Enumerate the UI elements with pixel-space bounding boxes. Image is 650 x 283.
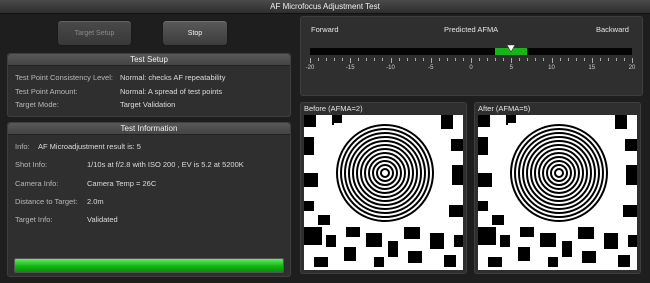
before-caption: Before (AFMA=2) [304, 104, 363, 113]
target-info-label: Target Info: [15, 215, 53, 224]
predicted-afma-label: Predicted AFMA [444, 25, 499, 34]
afma-tick [422, 58, 424, 61]
afma-tick [454, 58, 456, 61]
afma-tick-label: -10 [386, 65, 395, 71]
test-point-amount-label: Test Point Amount: [15, 87, 78, 96]
stop-button[interactable]: Stop [162, 20, 228, 46]
afma-tick-label: 10 [548, 65, 555, 71]
afma-tick [543, 58, 545, 61]
afma-tick [406, 58, 408, 61]
afma-tick [414, 58, 416, 61]
afma-tick-label: 15 [588, 65, 596, 71]
afma-tick-label: 0 [469, 65, 473, 71]
afma-tick [511, 58, 513, 63]
info-label: Info: [15, 142, 30, 151]
consistency-level-label: Test Point Consistency Level: [15, 73, 113, 82]
progress-fill [15, 259, 283, 272]
afma-tick [318, 58, 320, 61]
afma-tick [430, 58, 432, 63]
distance-label: Distance to Target: [15, 197, 78, 206]
target-mode-label: Target Mode: [15, 100, 59, 109]
info-value: AF Microadjustment result is: 5 [38, 142, 141, 151]
afma-tick [462, 58, 464, 61]
afma-scale-track [310, 45, 632, 55]
afma-panel: Forward Predicted AFMA Backward -20 -15 -1… [300, 16, 643, 96]
forward-label: Forward [311, 25, 339, 34]
afma-tick [527, 58, 529, 61]
afma-tick [623, 58, 625, 61]
afma-tick [310, 58, 311, 63]
camera-info-value: Camera Temp = 26C [87, 179, 157, 188]
afma-tick [567, 58, 569, 61]
after-caption: After (AFMA=5) [478, 104, 531, 113]
afma-tick-label: -15 [345, 65, 355, 71]
afma-tick-label: 20 [628, 65, 636, 71]
afma-tick [471, 58, 472, 63]
target-setup-button[interactable]: Target Setup [57, 20, 132, 46]
afma-tick [607, 58, 609, 61]
afma-tick [575, 58, 577, 61]
afma-tick-label: 5 [509, 65, 513, 71]
afma-tick [535, 58, 537, 61]
afma-tick [479, 58, 481, 61]
afma-tick [374, 58, 376, 61]
afma-tick-label: -20 [305, 65, 315, 71]
afma-tick [366, 58, 368, 61]
afma-tick [615, 58, 617, 61]
afma-tick [398, 58, 400, 61]
test-point-amount-value: Normal: A spread of test points [120, 87, 223, 96]
after-image-panel: After (AFMA=5) [474, 102, 641, 274]
afma-tick [632, 58, 633, 63]
distance-value: 2.0m [87, 197, 104, 206]
afma-tick [438, 58, 440, 61]
window-title: AF Microfocus Adjustment Test [0, 0, 650, 14]
afma-tick [358, 58, 360, 61]
afma-tick [382, 58, 384, 61]
afma-tick [334, 58, 336, 61]
shot-info-label: Shot Info: [15, 160, 48, 169]
test-setup-title: Test Setup [8, 54, 290, 66]
target-info-value: Validated [87, 215, 118, 224]
afma-tick [599, 58, 601, 61]
afma-tick [326, 58, 328, 61]
afma-tick [350, 58, 352, 63]
afma-tick [503, 58, 505, 61]
afma-marker-icon [507, 45, 516, 53]
before-image-panel: Before (AFMA=2) [300, 102, 467, 274]
shot-info-value: 1/10s at f/2.8 with ISO 200 , EV is 5.2 … [87, 160, 244, 169]
afma-tick [591, 58, 593, 63]
afma-tick [519, 58, 521, 61]
afma-tick [551, 58, 553, 63]
after-target-image [478, 115, 637, 270]
consistency-level-value: Normal: checks AF repeatability [120, 73, 226, 82]
afma-tick [390, 58, 392, 63]
backward-label: Backward [596, 25, 629, 34]
camera-info-label: Camera Info: [15, 179, 59, 188]
afma-tick [487, 58, 489, 61]
afma-tick-label: -5 [428, 65, 434, 71]
afma-tick [446, 58, 448, 61]
before-target-image [304, 115, 463, 270]
afma-ticks: -20 -15 -10 -5 0 5 10 15 20 [306, 58, 635, 82]
target-mode-value: Target Validation [120, 100, 176, 109]
afma-tick [583, 58, 585, 61]
progress-bar [14, 258, 284, 273]
test-information-title: Test Information [8, 123, 290, 135]
afma-tick [342, 58, 344, 61]
afma-tick [559, 58, 561, 61]
afma-tick [495, 58, 497, 61]
